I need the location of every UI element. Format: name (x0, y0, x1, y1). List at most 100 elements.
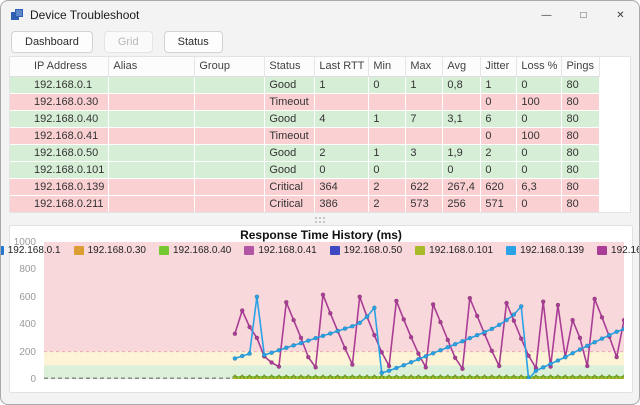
table-cell: Good (265, 76, 315, 93)
table-cell: 1 (369, 110, 406, 127)
table-cell: 0 (481, 127, 517, 144)
chart-title: Response Time History (ms) (10, 228, 632, 242)
table-cell (109, 76, 195, 93)
column-header[interactable]: Jitter (481, 57, 517, 76)
legend-item: 192.168.0.40 (159, 245, 231, 256)
column-header[interactable]: Min (369, 57, 406, 76)
table-cell: 0 (481, 161, 517, 178)
table-cell: 4 (315, 110, 369, 127)
y-axis-tick-label: 600 (10, 292, 36, 303)
y-axis-tick-label: 800 (10, 264, 36, 275)
table-row[interactable]: 192.168.0.211Critical3862573256571080 (10, 195, 600, 212)
table-cell: 3,1 (443, 110, 481, 127)
table-cell: 1 (481, 76, 517, 93)
legend-item: 192.168.0.101 (415, 245, 493, 256)
table-row[interactable]: 192.168.0.1Good1010,81080 (10, 76, 600, 93)
legend-label: 192.168.0.211 (611, 245, 640, 256)
table-cell (195, 93, 265, 110)
table-cell: 80 (562, 127, 600, 144)
legend-label: 192.168.0.101 (429, 245, 493, 256)
y-axis-tick-label: 400 (10, 319, 36, 330)
minimize-button[interactable]: — (528, 1, 565, 29)
column-header[interactable]: Status (265, 57, 315, 76)
column-header[interactable]: Max (406, 57, 443, 76)
table-cell (109, 93, 195, 110)
y-axis-tick-label: 200 (10, 347, 36, 358)
app-icon (11, 9, 24, 22)
tab-dashboard[interactable]: Dashboard (11, 31, 93, 53)
table-cell (195, 161, 265, 178)
table-cell: 100 (517, 93, 562, 110)
table-cell (195, 144, 265, 161)
table-cell (109, 144, 195, 161)
close-button[interactable]: ✕ (602, 1, 639, 29)
table-cell (369, 93, 406, 110)
table-cell: 192.168.0.50 (10, 144, 109, 161)
table-cell: 256 (443, 195, 481, 212)
table-cell: Critical (265, 195, 315, 212)
legend-label: 192.168.0.40 (173, 245, 231, 256)
column-header[interactable]: Pings (562, 57, 600, 76)
legend-item: 192.168.0.211 (597, 245, 640, 256)
column-header[interactable]: Last RTT (315, 57, 369, 76)
table-cell: 0 (517, 144, 562, 161)
table-cell: Good (265, 161, 315, 178)
table-cell (109, 110, 195, 127)
table-cell: 192.168.0.41 (10, 127, 109, 144)
maximize-button[interactable]: □ (565, 1, 602, 29)
table-cell (315, 93, 369, 110)
device-table: IP AddressAliasGroupStatusLast RTTMinMax… (10, 57, 600, 213)
column-header[interactable]: Avg (443, 57, 481, 76)
table-cell: 0 (369, 161, 406, 178)
chart-canvas (44, 242, 624, 379)
table-cell (109, 178, 195, 195)
table-cell: 6,3 (517, 178, 562, 195)
legend-item: 192.168.0.1 (0, 245, 61, 256)
table-cell: 0,8 (443, 76, 481, 93)
table-cell (109, 195, 195, 212)
device-grid-panel: IP AddressAliasGroupStatusLast RTTMinMax… (9, 56, 631, 213)
table-row[interactable]: 192.168.0.30Timeout010080 (10, 93, 600, 110)
column-header[interactable]: Group (195, 57, 265, 76)
table-cell: 2 (369, 178, 406, 195)
table-cell (195, 110, 265, 127)
legend-swatch (330, 246, 340, 255)
legend-label: 192.168.0.30 (88, 245, 146, 256)
table-cell: 192.168.0.30 (10, 93, 109, 110)
table-cell: Good (265, 144, 315, 161)
legend-swatch (244, 246, 254, 255)
table-row[interactable]: 192.168.0.139Critical3642622267,46206,38… (10, 178, 600, 195)
maximize-icon: □ (580, 10, 586, 21)
table-cell: 80 (562, 76, 600, 93)
table-cell (109, 161, 195, 178)
table-cell: 80 (562, 195, 600, 212)
table-row[interactable]: 192.168.0.50Good2131,92080 (10, 144, 600, 161)
legend-label: 192.168.0.50 (344, 245, 402, 256)
tab-grid: Grid (104, 31, 153, 53)
y-axis-tick-label: 0 (10, 374, 36, 385)
table-cell (369, 127, 406, 144)
legend-swatch (415, 246, 425, 255)
table-row[interactable]: 192.168.0.40Good4173,16080 (10, 110, 600, 127)
column-header[interactable]: Loss % (517, 57, 562, 76)
table-cell: 1,9 (443, 144, 481, 161)
legend-swatch (506, 246, 516, 255)
table-cell: 6 (481, 110, 517, 127)
table-cell (443, 127, 481, 144)
table-row[interactable]: 192.168.0.41Timeout010080 (10, 127, 600, 144)
column-header[interactable]: IP Address (10, 57, 109, 76)
table-row[interactable]: 192.168.0.101Good0000080 (10, 161, 600, 178)
table-cell: 2 (315, 144, 369, 161)
table-cell: 1 (369, 144, 406, 161)
column-header[interactable]: Alias (109, 57, 195, 76)
table-cell (315, 127, 369, 144)
table-cell (443, 93, 481, 110)
splitter-handle[interactable] (1, 215, 639, 224)
table-cell: 1 (406, 76, 443, 93)
table-cell: 0 (443, 161, 481, 178)
table-cell (195, 127, 265, 144)
tab-status[interactable]: Status (164, 31, 223, 53)
close-icon: ✕ (616, 10, 624, 21)
legend-label: 192.168.0.41 (258, 245, 316, 256)
table-cell: 192.168.0.1 (10, 76, 109, 93)
